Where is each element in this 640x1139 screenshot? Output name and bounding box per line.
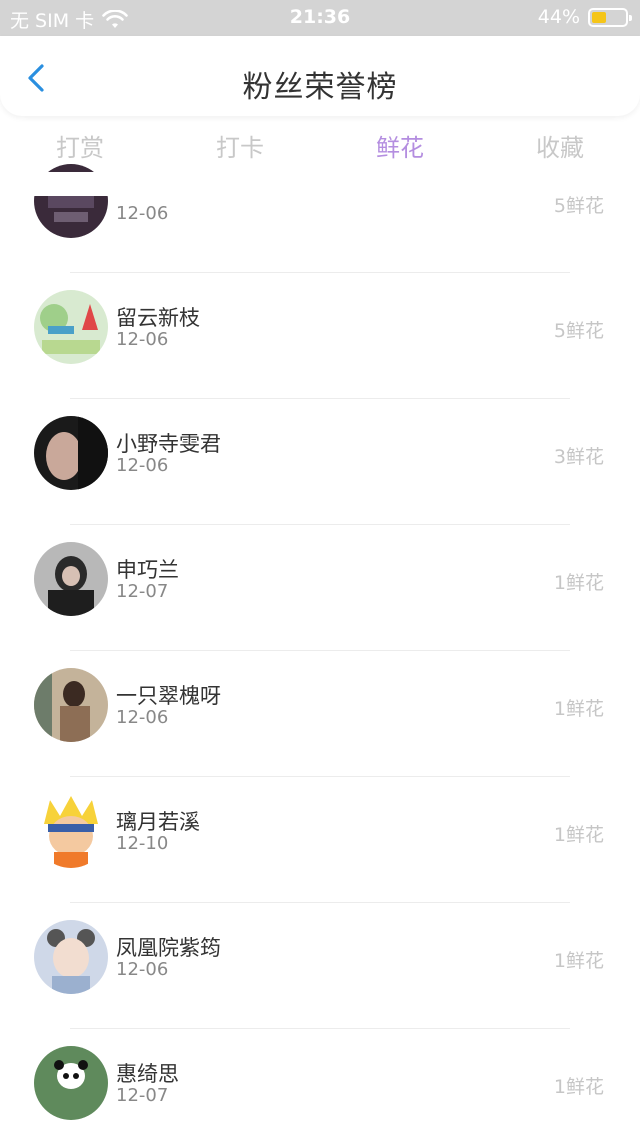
battery-percent: 44%	[537, 6, 580, 28]
list-item-count: 5鲜花	[553, 320, 604, 342]
list-item-count: 1鲜花	[553, 698, 604, 720]
status-bar: 无 SIM 卡 21:36 44%	[0, 0, 640, 36]
list-item-count: 1鲜花	[553, 572, 604, 594]
list-item[interactable]: 一只翠槐呀 12-06 1鲜花	[0, 650, 640, 776]
list-item-name: 申巧兰	[116, 558, 179, 582]
list-item-name: 一只翠槐呀	[116, 684, 221, 708]
battery-icon	[588, 7, 632, 27]
list-item[interactable]: 惠绮思 12-07 1鲜花	[0, 1028, 640, 1139]
avatar	[34, 290, 108, 364]
nav-bar: 粉丝荣誉榜	[0, 36, 640, 116]
list-item-date: 12-06	[116, 707, 169, 728]
list-item-name: 惠绮思	[116, 1062, 179, 1086]
avatar	[34, 794, 108, 868]
list-item-count: 3鲜花	[553, 446, 604, 468]
list-item-date: 12-07	[116, 581, 169, 602]
list-item-name: 留云新枝	[116, 306, 200, 330]
battery-level	[592, 11, 607, 23]
avatar	[34, 164, 108, 238]
list-item[interactable]: 璃月若溪 12-10 1鲜花	[0, 776, 640, 902]
list-item-date: 12-06	[116, 455, 169, 476]
list-item[interactable]: 申巧兰 12-07 1鲜花	[0, 524, 640, 650]
list-item-name: 小野寺雯君	[116, 432, 221, 456]
list-item-count: 5鲜花	[553, 195, 604, 217]
avatar	[34, 668, 108, 742]
page-title: 粉丝荣誉榜	[242, 70, 398, 105]
list-item-date: 12-10	[116, 833, 169, 854]
avatar	[34, 542, 108, 616]
list-item-name: 璃月若溪	[116, 810, 200, 834]
list-item[interactable]: 12-06 5鲜花	[0, 150, 640, 276]
list-item-date: 12-07	[116, 1085, 169, 1106]
list-item[interactable]: 小野寺雯君 12-06 3鲜花	[0, 398, 640, 524]
avatar	[34, 416, 108, 490]
list-item-name: 凤凰院紫筠	[116, 936, 221, 960]
list-item-date: 12-06	[116, 329, 169, 350]
list-item-count: 1鲜花	[553, 1076, 604, 1098]
list-item-date: 12-06	[116, 203, 169, 224]
list-item-count: 1鲜花	[553, 950, 604, 972]
avatar	[34, 1046, 108, 1120]
list-item[interactable]: 留云新枝 12-06 5鲜花	[0, 272, 640, 398]
list-item-date: 12-06	[116, 959, 169, 980]
battery-group: 44%	[537, 6, 632, 28]
fan-list: 12-06 5鲜花 留云新枝 12-06 5鲜花 小野寺雯君 12-06 3鲜花…	[0, 0, 640, 1139]
list-item[interactable]: 凤凰院紫筠 12-06 1鲜花	[0, 902, 640, 1028]
avatar	[34, 920, 108, 994]
list-item-count: 1鲜花	[553, 824, 604, 846]
